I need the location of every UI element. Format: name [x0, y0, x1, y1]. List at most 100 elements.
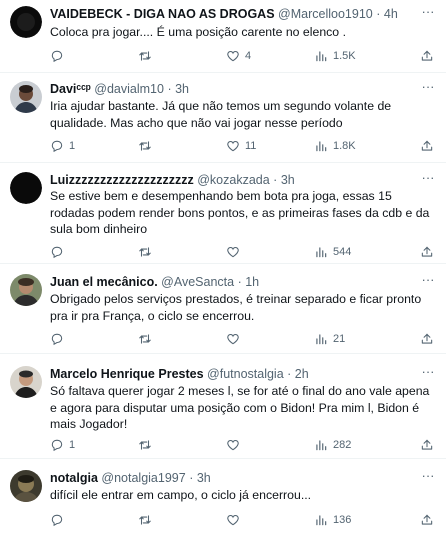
like-button[interactable]: 4: [226, 48, 251, 64]
retweet-icon: [138, 139, 152, 153]
retweet-button[interactable]: [138, 512, 157, 528]
retweet-button[interactable]: [138, 138, 157, 154]
reply-tweet[interactable]: Marcelo Henrique Prestes @futnostalgia ·…: [0, 354, 446, 456]
display-name[interactable]: Marcelo Henrique Prestes: [50, 367, 204, 381]
action-bar: 1 282: [50, 437, 351, 453]
avatar[interactable]: [10, 81, 42, 113]
reply-icon: [50, 245, 64, 259]
views-count: 1.8K: [333, 140, 356, 152]
tweet-header: Luizzzzzzzzzzzzzzzzzzzz @kozakzada · 3h: [50, 172, 416, 188]
tweet-header: VAIDEBECK - DIGA NAO AS DROGAS @Marcello…: [50, 6, 416, 22]
like-button[interactable]: [226, 331, 245, 347]
tweet-header: Juan el mecânico. @AveSancta · 1h: [50, 274, 416, 290]
avatar[interactable]: [10, 470, 42, 502]
reply-tweet[interactable]: Juan el mecânico. @AveSancta · 1h ··· Ob…: [0, 264, 446, 352]
reply-button[interactable]: [50, 48, 69, 64]
views-count: 544: [333, 246, 352, 258]
retweet-button[interactable]: [138, 331, 157, 347]
reply-count: 1: [69, 439, 76, 451]
tweet-header: notalgia @notalgia1997 · 3h: [50, 470, 416, 486]
timestamp[interactable]: 4h: [384, 7, 398, 21]
user-handle[interactable]: @futnostalgia: [207, 367, 284, 381]
more-icon[interactable]: ···: [420, 273, 436, 290]
display-name[interactable]: Luizzzzzzzzzzzzzzzzzzzz: [50, 173, 194, 187]
views-button[interactable]: 21: [314, 331, 345, 347]
avatar[interactable]: [10, 274, 42, 306]
reply-tweet[interactable]: Luizzzzzzzzzzzzzzzzzzzz @kozakzada · 3h …: [0, 163, 446, 263]
share-icon[interactable]: [420, 139, 434, 153]
timestamp[interactable]: 3h: [281, 173, 295, 187]
views-button[interactable]: 544: [314, 244, 351, 260]
reply-icon: [50, 332, 64, 346]
views-count: 21: [333, 333, 346, 345]
share-icon[interactable]: [420, 513, 434, 527]
action-bar: 4 1.5K: [50, 48, 356, 64]
like-button[interactable]: [226, 437, 245, 453]
share-icon[interactable]: [420, 245, 434, 259]
separator-dot: ·: [273, 173, 278, 187]
action-bar: 544: [50, 244, 351, 260]
more-icon[interactable]: ···: [420, 5, 436, 22]
display-name[interactable]: notalgia: [50, 471, 98, 485]
separator-dot: ·: [287, 367, 292, 381]
reply-button[interactable]: [50, 512, 69, 528]
timestamp[interactable]: 1h: [245, 275, 259, 289]
tweet-text: Obrigado pelos serviços prestados, é tre…: [50, 292, 422, 323]
reply-tweet[interactable]: VAIDEBECK - DIGA NAO AS DROGAS @Marcello…: [0, 0, 446, 76]
avatar[interactable]: [10, 172, 42, 204]
views-button[interactable]: 1.8K: [314, 138, 356, 154]
views-button[interactable]: 1.5K: [314, 48, 356, 64]
reply-tweet[interactable]: Daviᶜᶜᵖ @davialm10 · 3h ··· Iria ajudar …: [0, 73, 446, 163]
views-button[interactable]: 282: [314, 437, 351, 453]
views-count: 1.5K: [333, 50, 356, 62]
tweet-text: Só faltava querer jogar 2 meses l, se fo…: [50, 384, 430, 431]
like-button[interactable]: [226, 512, 245, 528]
reply-button[interactable]: 1: [50, 138, 75, 154]
heart-icon: [226, 438, 240, 452]
more-icon[interactable]: ···: [420, 469, 436, 486]
separator-dot: ·: [376, 7, 381, 21]
views-icon: [314, 139, 328, 153]
avatar[interactable]: [10, 6, 42, 38]
user-handle[interactable]: @davialm10: [94, 82, 164, 96]
timestamp[interactable]: 3h: [197, 471, 211, 485]
heart-icon: [226, 513, 240, 527]
more-icon[interactable]: ···: [420, 80, 436, 97]
display-name[interactable]: VAIDEBECK - DIGA NAO AS DROGAS: [50, 7, 275, 21]
reply-button[interactable]: 1: [50, 437, 75, 453]
display-name[interactable]: Juan el mecânico.: [50, 275, 158, 289]
action-bar: 136: [50, 512, 351, 528]
share-icon[interactable]: [420, 49, 434, 63]
like-button[interactable]: 11: [226, 138, 256, 154]
retweet-icon: [138, 245, 152, 259]
user-handle[interactable]: @Marcelloo1910: [278, 7, 373, 21]
share-icon[interactable]: [420, 438, 434, 452]
reply-button[interactable]: [50, 244, 69, 260]
display-name[interactable]: Daviᶜᶜᵖ: [50, 82, 91, 96]
heart-icon: [226, 139, 240, 153]
like-count: 4: [245, 50, 252, 62]
like-button[interactable]: [226, 244, 245, 260]
separator-dot: ·: [189, 471, 194, 485]
retweet-button[interactable]: [138, 244, 157, 260]
retweet-button[interactable]: [138, 48, 157, 64]
action-bar: 21: [50, 331, 350, 347]
retweet-button[interactable]: [138, 437, 157, 453]
reply-tweet[interactable]: notalgia @notalgia1997 · 3h ··· difícil …: [0, 459, 446, 534]
views-icon: [314, 245, 328, 259]
views-count: 282: [333, 439, 352, 451]
avatar[interactable]: [10, 366, 42, 398]
user-handle[interactable]: @notalgia1997: [101, 471, 185, 485]
timestamp[interactable]: 3h: [175, 82, 189, 96]
reply-button[interactable]: [50, 331, 69, 347]
timestamp[interactable]: 2h: [295, 367, 309, 381]
user-handle[interactable]: @AveSancta: [161, 275, 234, 289]
views-count: 136: [333, 514, 352, 526]
user-handle[interactable]: @kozakzada: [197, 173, 269, 187]
share-icon[interactable]: [420, 332, 434, 346]
more-icon[interactable]: ···: [420, 365, 436, 382]
views-button[interactable]: 136: [314, 512, 351, 528]
tweet-header: Daviᶜᶜᵖ @davialm10 · 3h: [50, 81, 416, 97]
more-icon[interactable]: ···: [420, 171, 436, 188]
separator-dot: ·: [237, 275, 242, 289]
